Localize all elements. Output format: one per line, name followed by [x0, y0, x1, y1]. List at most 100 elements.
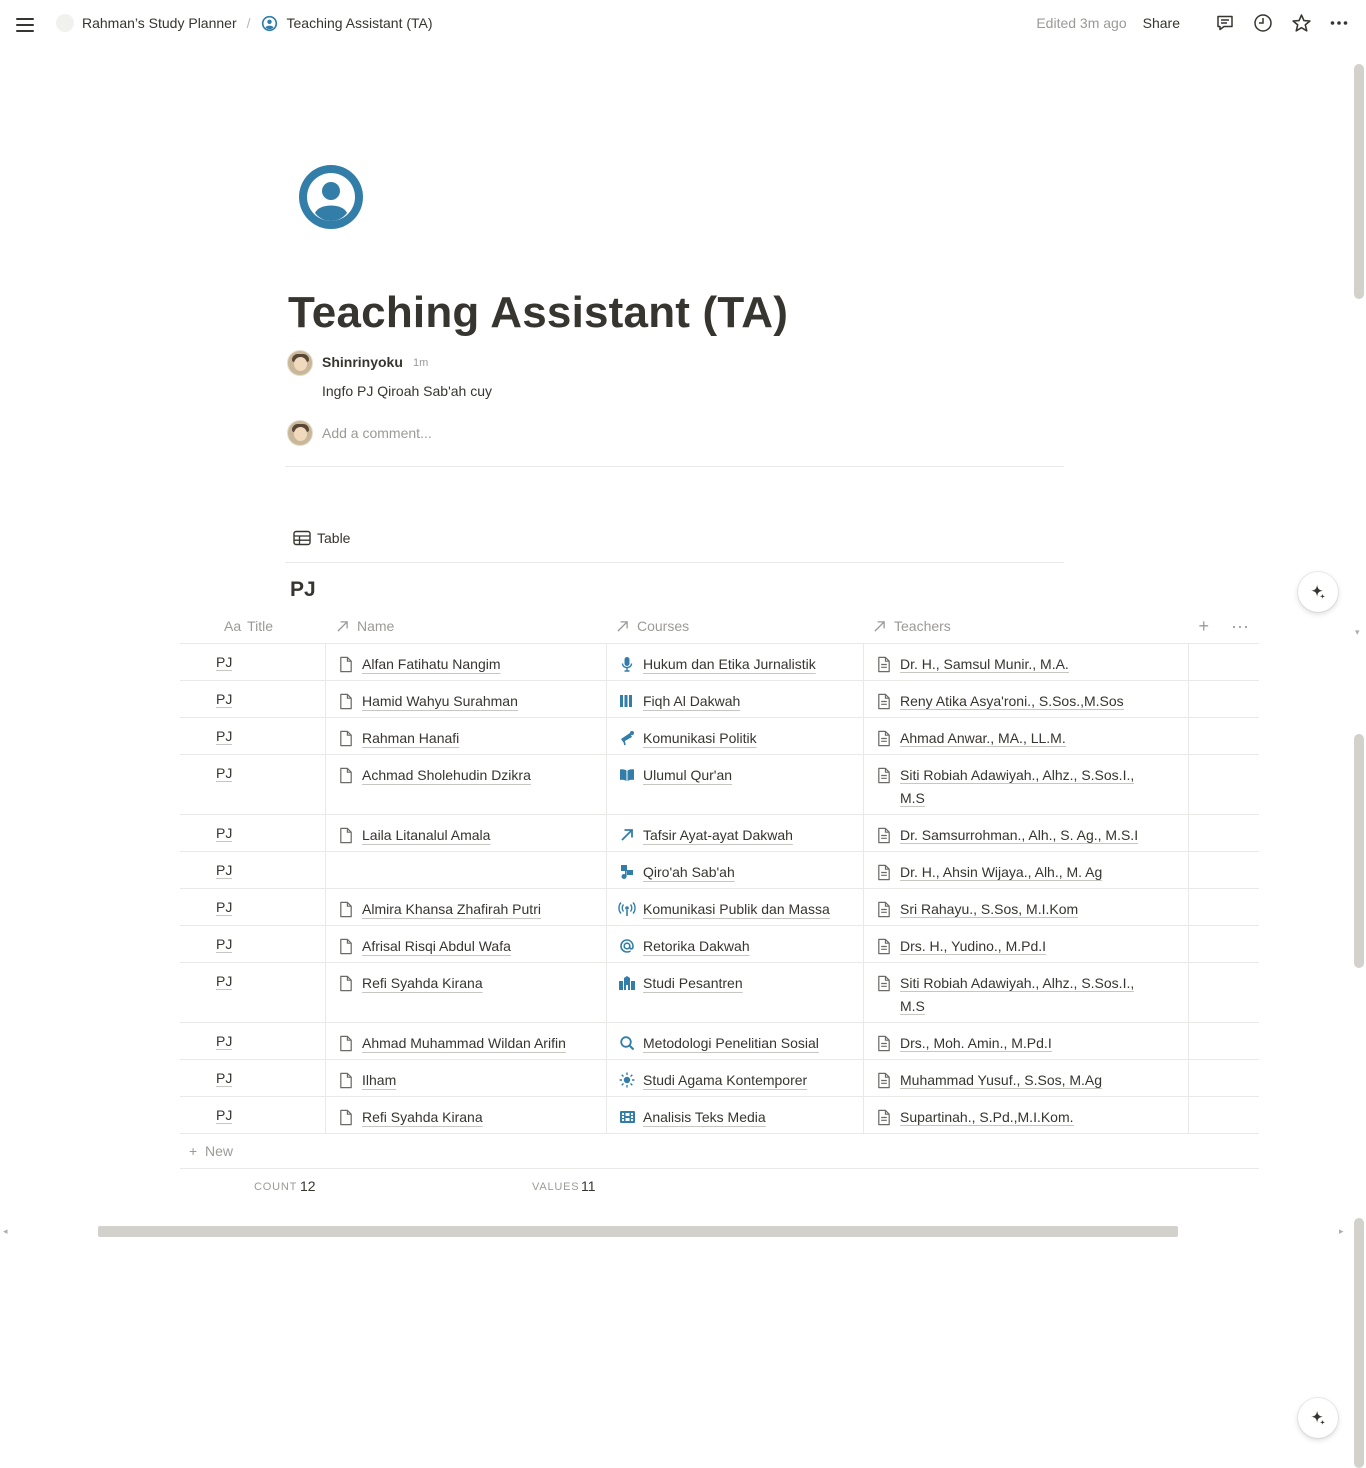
course-relation[interactable]: Hukum dan Etika Jurnalistik	[618, 653, 855, 676]
property-more-icon[interactable]: ···	[1231, 616, 1249, 637]
teacher-name[interactable]: Siti Robiah Adawiyah., Alhz., S.Sos.I., M…	[900, 972, 1135, 1018]
course-name[interactable]: Ulumul Qur'an	[643, 764, 732, 787]
name-cell[interactable]: Achmad Sholehudin Dzikra	[325, 755, 606, 814]
title-cell[interactable]: PJ	[180, 1060, 325, 1096]
student-name[interactable]: Alfan Fatihatu Nangim	[362, 653, 501, 676]
course-name[interactable]: Fiqh Al Dakwah	[643, 690, 740, 713]
course-relation[interactable]: Qiro'ah Sab'ah	[618, 861, 855, 884]
teacher-name[interactable]: Sri Rahayu., S.Sos, M.I.Kom	[900, 898, 1079, 921]
name-relation[interactable]: Almira Khansa Zhafirah Putri	[337, 898, 598, 921]
teacher-cell[interactable]: Drs., Moh. Amin., M.Pd.I	[863, 1023, 1189, 1059]
teacher-relation[interactable]: Ahmad Anwar., MA., LL.M.	[875, 727, 1180, 750]
table-row[interactable]: PJ Ahmad Muhammad Wildan Arifin Metodolo…	[180, 1023, 1259, 1060]
row-title[interactable]: PJ	[216, 655, 233, 671]
teacher-name[interactable]: Drs., Moh. Amin., M.Pd.I	[900, 1032, 1052, 1055]
tab-table-view[interactable]: Table	[293, 530, 350, 546]
teacher-name[interactable]: Ahmad Anwar., MA., LL.M.	[900, 727, 1066, 750]
title-cell[interactable]: PJ	[180, 755, 325, 814]
course-name[interactable]: Tafsir Ayat-ayat Dakwah	[643, 824, 793, 847]
course-cell[interactable]: Komunikasi Politik	[606, 718, 863, 754]
student-name[interactable]: Afrisal Risqi Abdul Wafa	[362, 935, 511, 958]
row-title[interactable]: PJ	[216, 974, 233, 990]
course-name[interactable]: Hukum dan Etika Jurnalistik	[643, 653, 816, 676]
name-relation[interactable]: Refi Syahda Kirana	[337, 972, 598, 995]
teacher-name[interactable]: Dr. H., Ahsin Wijaya., Alh., M. Ag	[900, 861, 1103, 884]
course-cell[interactable]: Studi Pesantren	[606, 963, 863, 1022]
lower-vertical-scrollbar-thumb[interactable]	[1354, 1218, 1364, 1468]
table-row[interactable]: PJ Qiro'ah Sab'ah Dr. H., Ahsin Wijaya.,…	[180, 852, 1259, 889]
name-relation[interactable]: Achmad Sholehudin Dzikra	[337, 764, 598, 787]
student-name[interactable]: Hamid Wahyu Surahman	[362, 690, 518, 713]
course-name[interactable]: Retorika Dakwah	[643, 935, 750, 958]
teacher-relation[interactable]: Dr. H., Samsul Munir., M.A.	[875, 653, 1180, 676]
table-row[interactable]: PJ Laila Litanalul Amala Tafsir Ayat-aya…	[180, 815, 1259, 852]
name-cell[interactable]: Rahman Hanafi	[325, 718, 606, 754]
breadcrumb-page[interactable]: Teaching Assistant (TA)	[287, 15, 433, 31]
vertical-scrollbar[interactable]	[1352, 50, 1366, 1468]
course-name[interactable]: Qiro'ah Sab'ah	[643, 861, 735, 884]
course-cell[interactable]: Fiqh Al Dakwah	[606, 681, 863, 717]
teacher-name[interactable]: Dr. Samsurrohman., Alh., S. Ag., M.S.I	[900, 824, 1139, 847]
row-title[interactable]: PJ	[216, 729, 233, 745]
name-cell[interactable]	[325, 852, 606, 888]
sidebar-menu-icon[interactable]	[16, 14, 38, 36]
teacher-cell[interactable]: Muhammad Yusuf., S.Sos, M.Ag	[863, 1060, 1189, 1096]
course-cell[interactable]: Metodologi Penelitian Sosial	[606, 1023, 863, 1059]
name-cell[interactable]: Ilham	[325, 1060, 606, 1096]
course-relation[interactable]: Tafsir Ayat-ayat Dakwah	[618, 824, 855, 847]
name-cell[interactable]: Ahmad Muhammad Wildan Arifin	[325, 1023, 606, 1059]
title-cell[interactable]: PJ	[180, 889, 325, 925]
course-cell[interactable]: Hukum dan Etika Jurnalistik	[606, 644, 863, 680]
add-comment-placeholder[interactable]: Add a comment...	[322, 425, 432, 441]
teacher-relation[interactable]: Dr. H., Ahsin Wijaya., Alh., M. Ag	[875, 861, 1180, 884]
teacher-relation[interactable]: Siti Robiah Adawiyah., Alhz., S.Sos.I., M…	[875, 764, 1180, 810]
teacher-relation[interactable]: Drs., Moh. Amin., M.Pd.I	[875, 1032, 1180, 1055]
row-title[interactable]: PJ	[216, 1071, 233, 1087]
student-name[interactable]: Rahman Hanafi	[362, 727, 459, 750]
title-cell[interactable]: PJ	[180, 815, 325, 851]
scroll-left-arrow-icon[interactable]: ◂	[3, 1226, 8, 1237]
name-relation[interactable]: Laila Litanalul Amala	[337, 824, 598, 847]
title-cell[interactable]: PJ	[180, 1023, 325, 1059]
table-row[interactable]: PJ Hamid Wahyu Surahman Fiqh Al Dakwah R…	[180, 681, 1259, 718]
title-cell[interactable]: PJ	[180, 644, 325, 680]
more-options-icon[interactable]	[1328, 12, 1350, 34]
table-vertical-scrollbar-thumb[interactable]	[1354, 734, 1364, 968]
column-header-name[interactable]: Name	[336, 608, 394, 644]
row-title[interactable]: PJ	[216, 900, 233, 916]
course-cell[interactable]: Studi Agama Kontemporer	[606, 1060, 863, 1096]
values-label[interactable]: VALUES	[532, 1181, 579, 1193]
course-cell[interactable]: Analisis Teks Media	[606, 1097, 863, 1133]
name-cell[interactable]: Refi Syahda Kirana	[325, 1097, 606, 1133]
title-cell[interactable]: PJ	[180, 926, 325, 962]
column-header-title[interactable]: Aa Title	[224, 608, 273, 644]
teacher-cell[interactable]: Drs. H., Yudino., M.Pd.I	[863, 926, 1189, 962]
course-relation[interactable]: Retorika Dakwah	[618, 935, 855, 958]
course-relation[interactable]: Metodologi Penelitian Sosial	[618, 1032, 855, 1055]
student-name[interactable]: Laila Litanalul Amala	[362, 824, 490, 847]
teacher-name[interactable]: Reny Atika Asya'roni., S.Sos.,M.Sos	[900, 690, 1124, 713]
course-cell[interactable]: Qiro'ah Sab'ah	[606, 852, 863, 888]
name-relation[interactable]: Afrisal Risqi Abdul Wafa	[337, 935, 598, 958]
course-name[interactable]: Metodologi Penelitian Sosial	[643, 1032, 819, 1055]
title-cell[interactable]: PJ	[180, 681, 325, 717]
title-cell[interactable]: PJ	[180, 963, 325, 1022]
row-title[interactable]: PJ	[216, 692, 233, 708]
table-row[interactable]: PJ Rahman Hanafi Komunikasi Politik Ahma…	[180, 718, 1259, 755]
course-name[interactable]: Komunikasi Publik dan Massa	[643, 898, 830, 921]
name-relation[interactable]: Refi Syahda Kirana	[337, 1106, 598, 1129]
teacher-relation[interactable]: Reny Atika Asya'roni., S.Sos.,M.Sos	[875, 690, 1180, 713]
table-row[interactable]: PJ Refi Syahda Kirana Analisis Teks Medi…	[180, 1097, 1259, 1134]
student-name[interactable]: Ilham	[362, 1069, 396, 1092]
student-name[interactable]: Refi Syahda Kirana	[362, 1106, 483, 1129]
row-title[interactable]: PJ	[216, 766, 233, 782]
scroll-down-arrow-icon[interactable]: ▾	[1355, 627, 1360, 638]
course-relation[interactable]: Ulumul Qur'an	[618, 764, 855, 787]
page-user-circle-icon[interactable]	[298, 164, 364, 230]
comments-icon[interactable]	[1214, 12, 1236, 34]
name-relation[interactable]: Rahman Hanafi	[337, 727, 598, 750]
course-relation[interactable]: Studi Agama Kontemporer	[618, 1069, 855, 1092]
column-header-courses[interactable]: Courses	[616, 608, 689, 644]
name-cell[interactable]: Almira Khansa Zhafirah Putri	[325, 889, 606, 925]
table-row[interactable]: PJ Ilham Studi Agama Kontemporer Muhamma…	[180, 1060, 1259, 1097]
